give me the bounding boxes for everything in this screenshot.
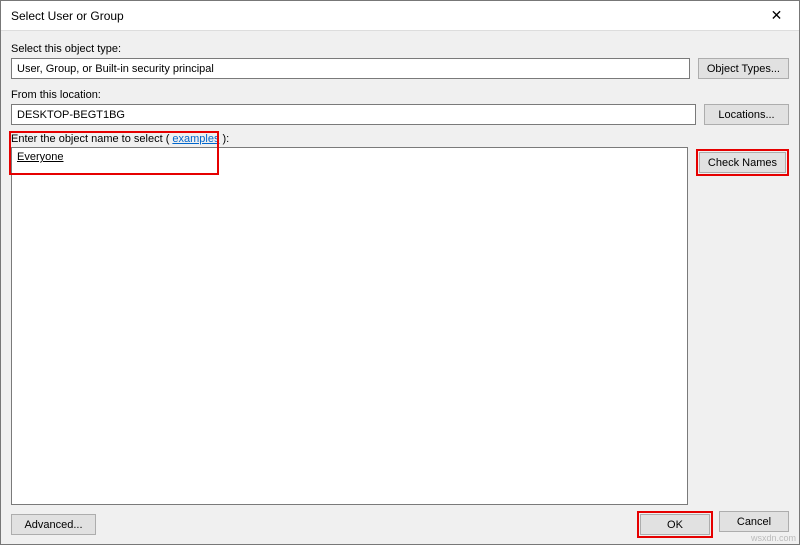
locations-button[interactable]: Locations...: [704, 104, 789, 125]
examples-link[interactable]: examples: [172, 133, 219, 145]
object-type-label: Select this object type:: [11, 43, 789, 55]
close-icon: ✕: [771, 7, 783, 24]
check-names-button[interactable]: Check Names: [699, 152, 786, 173]
dialog-content: Select this object type: Object Types...…: [1, 31, 799, 544]
advanced-button[interactable]: Advanced...: [11, 514, 96, 535]
close-button[interactable]: ✕: [754, 1, 799, 31]
object-name-left: Enter the object name to select (example…: [11, 133, 688, 505]
object-types-button[interactable]: Object Types...: [698, 58, 789, 79]
titlebar[interactable]: Select User or Group ✕: [1, 1, 799, 31]
ok-button[interactable]: OK: [640, 514, 710, 535]
ok-highlight-icon: OK: [637, 511, 713, 538]
object-name-value: Everyone: [17, 151, 63, 163]
object-name-label-prefix: Enter the object name to select (: [11, 133, 169, 145]
location-label: From this location:: [11, 89, 789, 101]
location-field[interactable]: [11, 104, 696, 125]
object-type-row: Object Types...: [11, 58, 789, 79]
object-name-section: Enter the object name to select (example…: [11, 133, 789, 505]
object-type-field[interactable]: [11, 58, 690, 79]
location-row: Locations...: [11, 104, 789, 125]
dialog-footer: Advanced... OK Cancel: [11, 505, 789, 538]
dialog-window: Select User or Group ✕ Select this objec…: [0, 0, 800, 545]
check-names-wrap: Check Names: [696, 133, 789, 176]
object-name-label-suffix: ):: [222, 133, 229, 145]
cancel-button[interactable]: Cancel: [719, 511, 789, 532]
object-name-label: Enter the object name to select (example…: [11, 133, 688, 145]
footer-right: OK Cancel: [637, 511, 789, 538]
object-name-input[interactable]: Everyone: [11, 147, 688, 505]
window-title: Select User or Group: [11, 9, 124, 23]
